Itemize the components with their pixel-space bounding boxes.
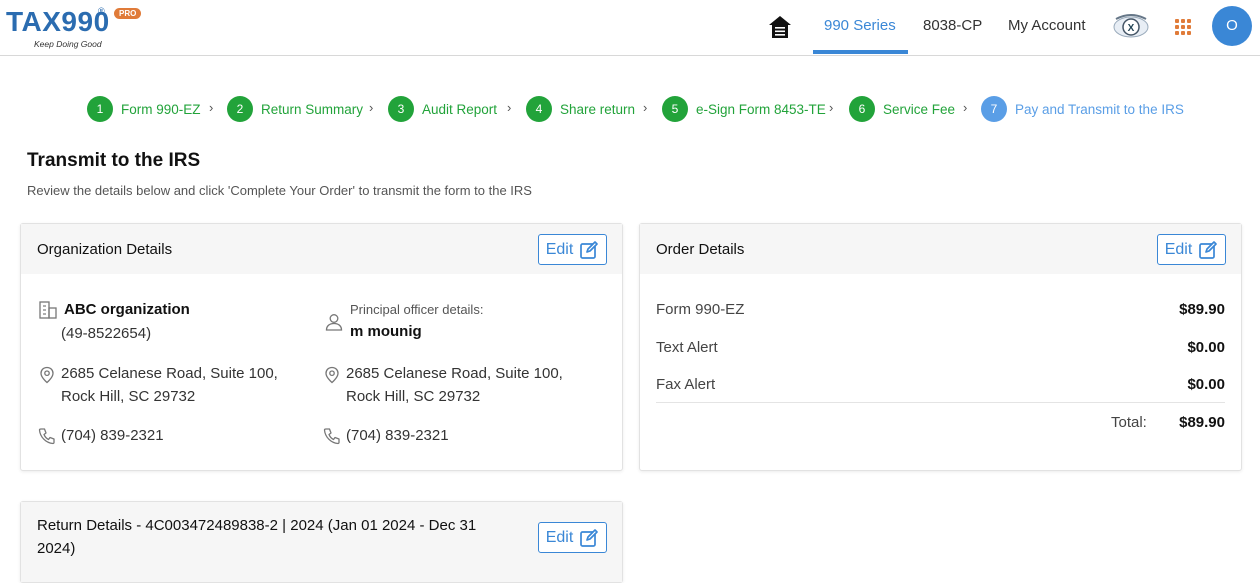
step-number: 2 [227, 96, 253, 122]
order-item-amount: $0.00 [1187, 376, 1225, 393]
edit-pencil-icon [1199, 240, 1218, 259]
return-details-title-line1: Return Details - 4C003472489838-2 | 2024… [37, 517, 477, 534]
edit-label: Edit [545, 528, 574, 546]
card-title: Order Details [656, 241, 745, 258]
logo-tagline: Keep Doing Good [34, 39, 102, 49]
active-nav-indicator [813, 50, 908, 54]
logo-text: TAX990 [6, 6, 110, 37]
order-line-item: Form 990-EZ $89.90 [656, 301, 1225, 323]
step-share-return[interactable]: 4 Share return [526, 95, 635, 123]
phone-icon [323, 428, 340, 445]
step-separator: › [829, 100, 834, 115]
logo-pro-badge: PRO [114, 8, 142, 19]
step-separator: › [643, 100, 648, 115]
organization-address-line2: Rock Hill, SC 29732 [61, 388, 196, 405]
step-separator: › [369, 100, 374, 115]
order-divider [656, 402, 1225, 403]
nav-8038-cp[interactable]: 8038-CP [923, 17, 982, 34]
organization-phone: (704) 839-2321 [61, 427, 164, 444]
nav-my-account[interactable]: My Account [1008, 17, 1086, 34]
step-label: Form 990-EZ [121, 101, 201, 117]
step-pay-transmit[interactable]: 7 Pay and Transmit to the IRS [981, 95, 1184, 123]
page-subtitle: Review the details below and click 'Comp… [27, 183, 532, 198]
logo-registered-mark: ® [98, 6, 105, 16]
organization-ein: (49-8522654) [61, 325, 152, 342]
step-separator: › [209, 100, 214, 115]
order-item-amount: $89.90 [1179, 301, 1225, 318]
card-header: Order Details Edit [640, 224, 1241, 274]
order-item-label: Text Alert [656, 339, 718, 356]
step-esign-8453te[interactable]: 5 e-Sign Form 8453-TE [662, 95, 826, 123]
taxbandits-badge-icon[interactable]: X [1112, 9, 1150, 45]
step-label: Service Fee [883, 101, 956, 117]
step-service-fee[interactable]: 6 Service Fee [849, 95, 955, 123]
user-avatar[interactable]: O [1212, 6, 1252, 46]
organization-name: ABC organization [64, 301, 190, 318]
step-number: 1 [87, 96, 113, 122]
step-audit-report[interactable]: 3 Audit Report [388, 95, 497, 123]
step-return-summary[interactable]: 2 Return Summary [227, 95, 363, 123]
return-details-title-line2: 2024) [37, 540, 76, 557]
edit-pencil-icon [580, 528, 599, 547]
return-details-card: Return Details - 4C003472489838-2 | 2024… [20, 501, 623, 583]
principal-officer-name: m mounig [350, 323, 422, 340]
phone-icon [38, 428, 55, 445]
step-label: Audit Report [422, 101, 498, 117]
page-title: Transmit to the IRS [27, 150, 201, 171]
step-label: e-Sign Form 8453-TE [696, 101, 826, 117]
officer-address-line1: 2685 Celanese Road, Suite 100, [346, 365, 563, 382]
edit-pencil-icon [580, 240, 599, 259]
edit-label: Edit [1164, 240, 1193, 258]
order-total-amount: $89.90 [1179, 414, 1225, 431]
card-title: Organization Details [37, 241, 173, 258]
order-item-label: Form 990-EZ [656, 301, 745, 318]
order-item-amount: $0.00 [1187, 339, 1225, 356]
step-label: Pay and Transmit to the IRS [1015, 101, 1184, 117]
card-header: Return Details - 4C003472489838-2 | 2024… [21, 502, 622, 582]
person-icon [325, 314, 343, 331]
svg-text:X: X [1128, 23, 1135, 34]
organization-address-line1: 2685 Celanese Road, Suite 100, [61, 365, 278, 382]
card-header: Organization Details Edit [21, 224, 622, 274]
location-pin-icon [325, 366, 339, 384]
home-icon[interactable] [766, 13, 794, 41]
edit-return-details-button[interactable]: Edit [538, 522, 607, 553]
step-label: Share return [560, 101, 636, 117]
organization-details-card: Organization Details Edit ABC organizati… [20, 223, 623, 471]
order-line-item: Fax Alert $0.00 [656, 376, 1225, 398]
apps-grid-icon[interactable] [1175, 19, 1192, 36]
edit-label: Edit [545, 240, 574, 258]
building-icon [39, 301, 57, 319]
step-number: 4 [526, 96, 552, 122]
top-header: TAX990 ® PRO Keep Doing Good 990 Series … [0, 0, 1260, 56]
step-number: 7 [981, 96, 1007, 122]
step-separator: › [507, 100, 512, 115]
nav-990-series[interactable]: 990 Series [824, 17, 896, 34]
order-details-card: Order Details Edit Form 990-EZ $89.90 Te… [639, 223, 1242, 471]
step-form-990ez[interactable]: 1 Form 990-EZ [87, 95, 201, 123]
order-item-label: Fax Alert [656, 376, 716, 393]
step-separator: › [963, 100, 968, 115]
order-line-item: Text Alert $0.00 [656, 339, 1225, 361]
edit-order-button[interactable]: Edit [1157, 234, 1226, 265]
order-total-label: Total: [1111, 414, 1147, 431]
step-number: 6 [849, 96, 875, 122]
tax990-logo[interactable]: TAX990 ® PRO Keep Doing Good [6, 4, 146, 52]
step-number: 5 [662, 96, 688, 122]
edit-organization-button[interactable]: Edit [538, 234, 607, 265]
principal-officer-caption: Principal officer details: [350, 302, 484, 317]
step-number: 3 [388, 96, 414, 122]
step-label: Return Summary [261, 101, 364, 117]
officer-address-line2: Rock Hill, SC 29732 [346, 388, 481, 405]
location-pin-icon [40, 366, 54, 384]
progress-stepper: 1 Form 990-EZ › 2 Return Summary › 3 Aud… [0, 95, 1260, 123]
officer-phone: (704) 839-2321 [346, 427, 449, 444]
